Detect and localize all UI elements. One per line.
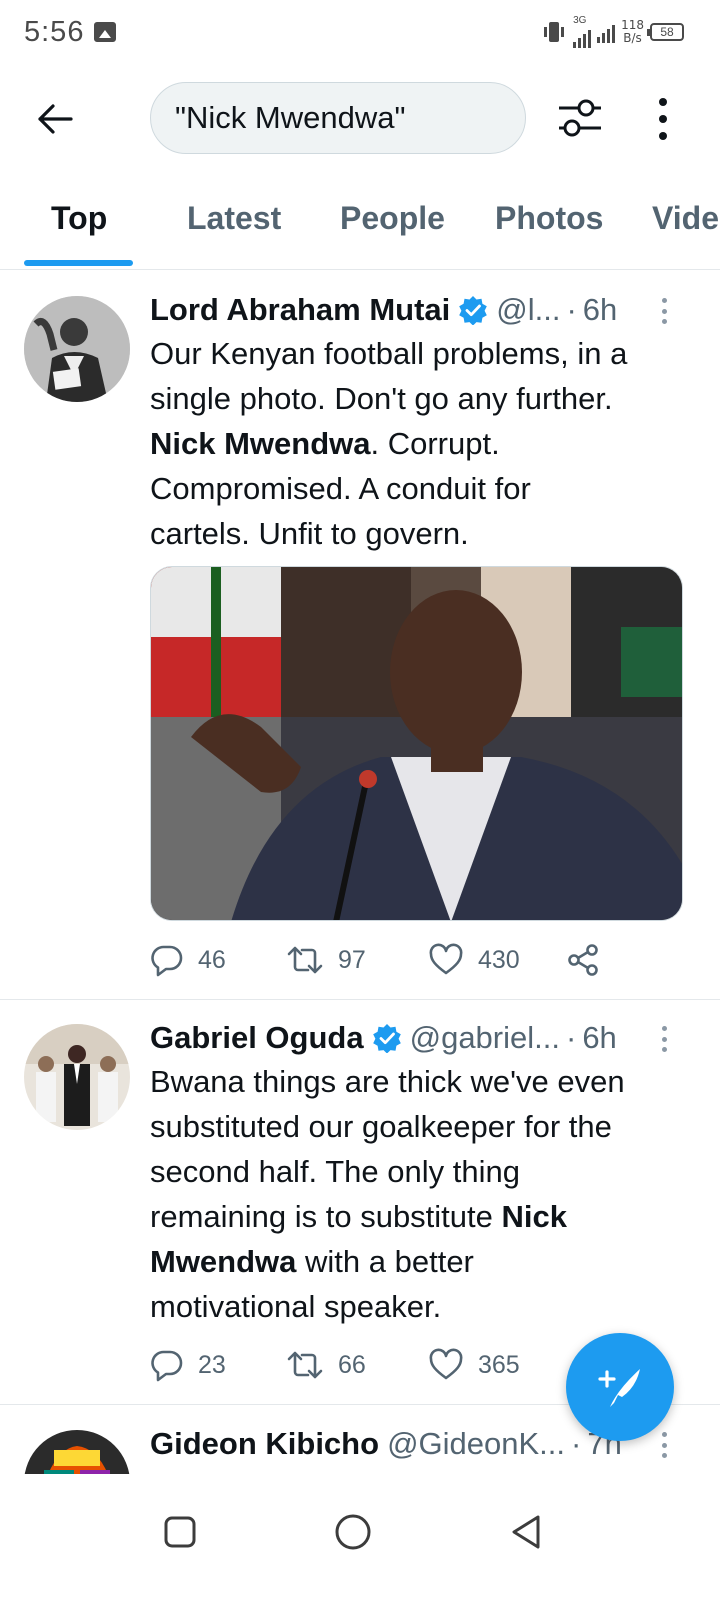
tweet-menu-button[interactable] <box>662 1432 670 1458</box>
network-speed: 118 B/s <box>621 18 644 45</box>
filter-icon <box>559 99 601 137</box>
signal-icon-2 <box>597 21 616 43</box>
like-button[interactable]: 365 <box>428 1345 520 1385</box>
retweet-button[interactable]: 97 <box>286 940 366 980</box>
share-button[interactable] <box>566 940 600 980</box>
recents-icon <box>164 1516 196 1548</box>
nav-back-icon <box>512 1515 540 1549</box>
avatar[interactable] <box>24 296 130 402</box>
tab-latest[interactable]: Latest <box>187 200 281 237</box>
tweet-time: 6h <box>582 292 618 327</box>
author-name[interactable]: Gabriel Oguda <box>150 1020 364 1056</box>
retweet-count: 97 <box>338 945 366 974</box>
tweet-actions: 23 66 365 <box>150 1345 630 1385</box>
home-icon <box>335 1514 371 1550</box>
like-icon <box>429 943 463 975</box>
search-query: "Nick Mwendwa" <box>175 100 406 135</box>
like-icon <box>429 1348 463 1380</box>
tweet-header: Gideon Kibicho @GideonK... · 7h <box>150 1426 622 1462</box>
compose-icon <box>598 1369 640 1407</box>
tab-people[interactable]: People <box>340 200 445 237</box>
retweet-button[interactable]: 66 <box>286 1345 366 1385</box>
tab-top[interactable]: Top <box>51 200 107 237</box>
tweet-menu-button[interactable] <box>662 1026 670 1052</box>
tweet[interactable]: Lord Abraham Mutai @l... · 6h Our Kenyan… <box>0 272 720 1000</box>
author-handle: @GideonK... <box>387 1426 566 1461</box>
nav-back-button[interactable] <box>496 1502 556 1562</box>
like-count: 430 <box>478 945 520 974</box>
reply-count: 23 <box>198 1350 226 1379</box>
network-type: 3G <box>573 15 587 26</box>
reply-icon <box>151 1350 183 1382</box>
tab-photos[interactable]: Photos <box>495 200 603 237</box>
tweet-text: Bwana things are thick we've even substi… <box>150 1064 625 1324</box>
signal-icon-1 <box>573 26 592 48</box>
verified-icon <box>459 296 488 325</box>
reply-count: 46 <box>198 945 226 974</box>
avatar[interactable] <box>24 1430 130 1474</box>
tab-videos[interactable]: Vide <box>652 200 719 237</box>
active-tab-indicator <box>24 260 133 266</box>
recents-button[interactable] <box>150 1502 210 1562</box>
author-name[interactable]: Gideon Kibicho <box>150 1426 379 1462</box>
tweet-photo[interactable] <box>150 566 683 921</box>
reply-button[interactable]: 23 <box>150 1345 226 1385</box>
back-button[interactable] <box>30 94 80 144</box>
search-filter-button[interactable] <box>556 96 604 140</box>
like-count: 365 <box>478 1350 520 1379</box>
status-indicators: 3G 118 B/s 58 <box>541 16 684 48</box>
tweet-menu-button[interactable] <box>662 298 670 324</box>
verified-icon <box>372 1024 401 1053</box>
like-button[interactable]: 430 <box>428 940 520 980</box>
status-bar: 5:56 3G 118 B/s 58 <box>0 0 720 64</box>
back-arrow-icon <box>38 104 73 134</box>
search-header: "Nick Mwendwa" <box>0 64 720 174</box>
tweet-header: Lord Abraham Mutai @l... · 6h <box>150 292 618 328</box>
tweet-text: Our Kenyan football problems, in a singl… <box>150 336 628 551</box>
vibrate-icon <box>544 22 565 42</box>
author-name[interactable]: Lord Abraham Mutai <box>150 292 450 328</box>
reply-icon <box>151 945 183 977</box>
more-options-button[interactable] <box>648 94 678 144</box>
more-vertical-icon <box>659 98 667 106</box>
author-handle: @l... <box>496 292 561 327</box>
avatar[interactable] <box>24 1024 130 1130</box>
reply-button[interactable]: 46 <box>150 940 226 980</box>
status-time: 5:56 <box>24 16 85 48</box>
compose-tweet-button[interactable] <box>566 1333 674 1441</box>
tweet-actions: 46 97 430 <box>150 940 630 980</box>
android-nav-bar <box>0 1474 720 1600</box>
battery-icon: 58 <box>647 23 684 41</box>
search-tabs: Top Latest People Photos Vide <box>0 174 720 270</box>
tweet-time: 6h <box>582 1020 617 1055</box>
home-button[interactable] <box>323 1502 383 1562</box>
search-input[interactable]: "Nick Mwendwa" <box>150 82 526 154</box>
retweet-icon <box>287 946 323 974</box>
retweet-icon <box>287 1351 323 1379</box>
share-icon <box>568 944 598 976</box>
retweet-count: 66 <box>338 1350 366 1379</box>
gallery-notification-icon <box>94 22 116 42</box>
author-handle: @gabriel... <box>409 1020 560 1055</box>
tweet-header: Gabriel Oguda @gabriel... · 6h <box>150 1020 617 1056</box>
